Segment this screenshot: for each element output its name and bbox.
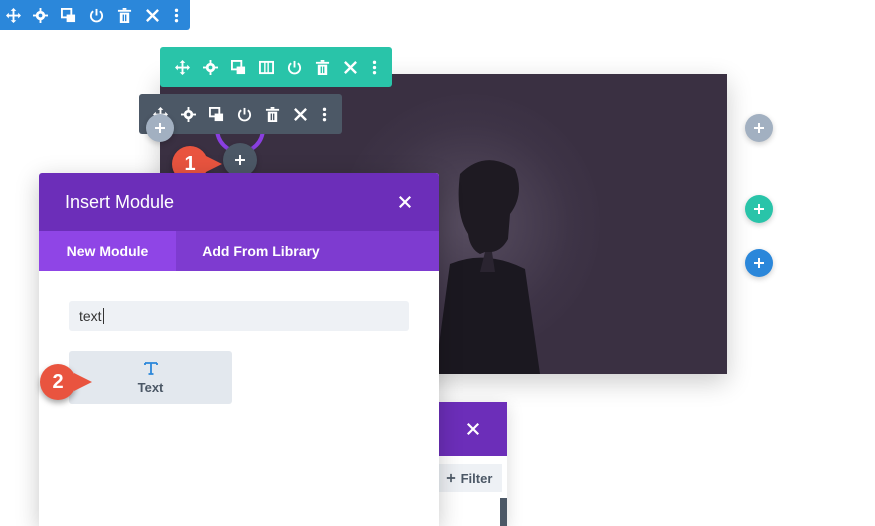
filter-button[interactable]: Filter: [436, 464, 502, 492]
modal-tabs: New Module Add From Library: [39, 231, 439, 271]
text-cursor: [102, 308, 104, 324]
tab-add-from-library[interactable]: Add From Library: [176, 231, 346, 271]
callout-step-2: 2: [40, 364, 92, 400]
add-column-button[interactable]: [745, 114, 773, 142]
plus-icon: [235, 155, 245, 165]
plus-icon: [446, 473, 455, 483]
power-icon[interactable]: [82, 0, 110, 30]
close-icon[interactable]: [336, 52, 364, 82]
tab-new-module[interactable]: New Module: [39, 231, 176, 271]
more-icon[interactable]: [364, 52, 384, 82]
move-icon[interactable]: [168, 52, 196, 82]
module-result-text[interactable]: Text: [69, 351, 232, 404]
callout-arrow: [204, 155, 222, 173]
modal-header: Insert Module: [39, 173, 439, 231]
callout-arrow: [74, 373, 92, 391]
close-icon[interactable]: [466, 422, 480, 436]
trash-icon[interactable]: [308, 52, 336, 82]
move-icon[interactable]: [0, 0, 26, 30]
callout-number: 1: [184, 152, 196, 175]
duplicate-icon[interactable]: [54, 0, 82, 30]
close-icon[interactable]: [398, 195, 412, 209]
insert-module-modal: Insert Module New Module Add From Librar…: [39, 173, 439, 526]
trash-icon[interactable]: [258, 99, 286, 129]
section-toolbar: [0, 0, 190, 30]
plus-icon: [754, 204, 764, 214]
gear-icon[interactable]: [196, 52, 224, 82]
plus-icon: [754, 123, 764, 133]
search-input-value: text: [79, 308, 102, 324]
module-label: Text: [137, 380, 164, 395]
gear-icon[interactable]: [175, 99, 203, 129]
add-module-button-left[interactable]: [146, 114, 174, 142]
duplicate-icon[interactable]: [203, 99, 231, 129]
tab-label: Add From Library: [202, 243, 320, 259]
columns-icon[interactable]: [252, 52, 280, 82]
more-icon[interactable]: [314, 99, 334, 129]
person-silhouette: [430, 154, 540, 374]
plus-icon: [754, 258, 764, 268]
duplicate-icon[interactable]: [224, 52, 252, 82]
trash-icon[interactable]: [110, 0, 138, 30]
power-icon[interactable]: [231, 99, 259, 129]
tab-label: New Module: [66, 243, 149, 259]
search-field[interactable]: text: [69, 301, 409, 331]
filter-label: Filter: [460, 470, 493, 486]
power-icon[interactable]: [280, 52, 308, 82]
close-icon[interactable]: [138, 0, 166, 30]
close-icon[interactable]: [286, 99, 314, 129]
callout-number: 2: [52, 370, 64, 393]
plus-icon: [155, 123, 165, 133]
add-section-button[interactable]: [745, 249, 773, 277]
panel-scrollbar[interactable]: [500, 498, 507, 526]
gear-icon[interactable]: [26, 0, 54, 30]
add-module-button[interactable]: [223, 143, 257, 177]
modal-title: Insert Module: [65, 191, 175, 212]
row-toolbar: [160, 47, 392, 87]
more-icon[interactable]: [166, 0, 186, 30]
add-row-button[interactable]: [745, 195, 773, 223]
text-t-icon: [143, 362, 158, 375]
